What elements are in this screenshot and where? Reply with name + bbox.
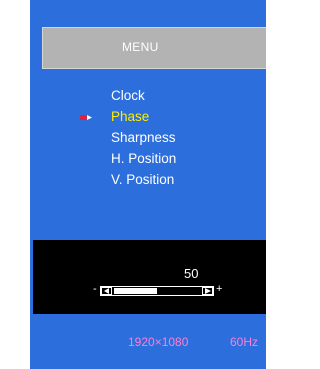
menu-item-v-position[interactable]: V. Position xyxy=(111,172,176,193)
osd-menu: MENU Clock Phase Sharpness H. Position V… xyxy=(30,0,266,369)
left-arrow-icon[interactable] xyxy=(101,287,112,295)
pencil-cursor-icon xyxy=(80,115,92,120)
refresh-rate-readout: 60Hz xyxy=(230,335,259,349)
menu-list: Clock Phase Sharpness H. Position V. Pos… xyxy=(111,88,176,193)
menu-header: MENU xyxy=(42,27,266,69)
menu-item-phase[interactable]: Phase xyxy=(111,109,176,130)
right-arrow-icon[interactable] xyxy=(202,287,213,295)
adjustment-panel: 50 - + xyxy=(33,240,266,314)
menu-item-clock[interactable]: Clock xyxy=(111,88,176,109)
slider-min-symbol: - xyxy=(93,283,97,295)
menu-item-h-position[interactable]: H. Position xyxy=(111,151,176,172)
menu-title: MENU xyxy=(122,40,159,54)
phase-slider[interactable] xyxy=(100,286,214,296)
slider-value: 50 xyxy=(184,266,199,281)
slider-fill xyxy=(114,288,157,294)
menu-item-sharpness[interactable]: Sharpness xyxy=(111,130,176,151)
slider-max-symbol: + xyxy=(216,283,223,295)
resolution-readout: 1920×1080 xyxy=(128,335,189,349)
